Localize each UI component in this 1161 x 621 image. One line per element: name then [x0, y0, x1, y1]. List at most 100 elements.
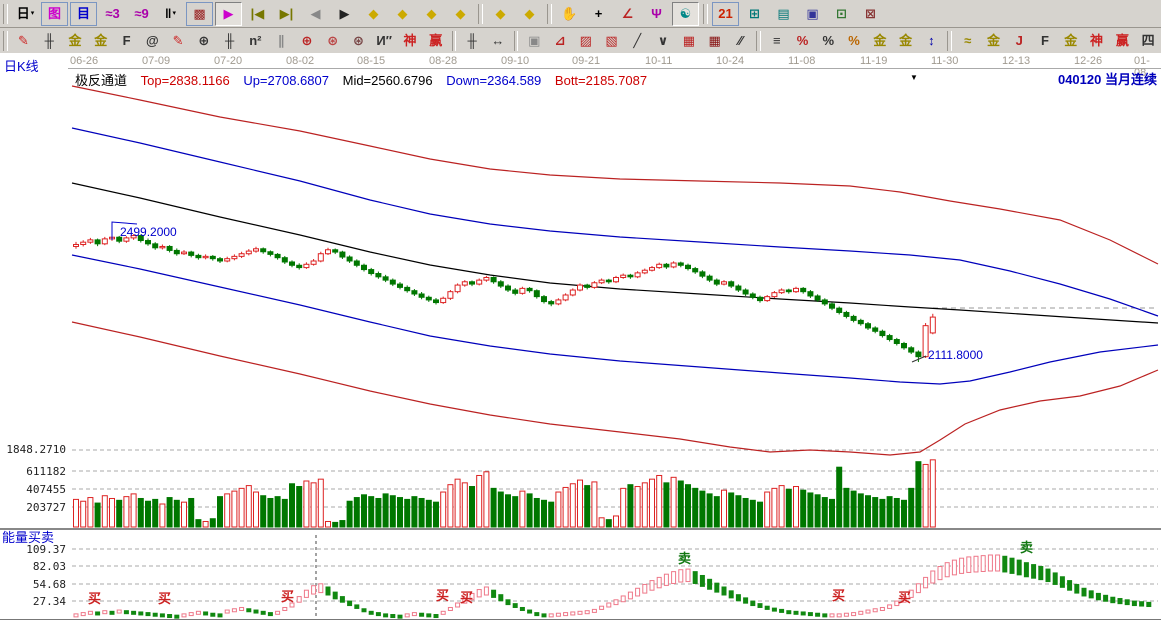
zoom-out-button[interactable]: ◆ — [360, 2, 387, 26]
prev-bar-button[interactable]: ◀ — [302, 2, 329, 26]
dropdown-marker-icon[interactable]: ▼ — [910, 73, 918, 82]
flag-tool-button[interactable]: Ψ — [643, 2, 670, 26]
gold-line-button[interactable]: 金 — [982, 29, 1006, 53]
calculator-button[interactable]: ⊞ — [741, 2, 768, 26]
gann-fan-box-button[interactable]: ▨ — [574, 29, 598, 53]
toolbar-separator — [947, 31, 952, 51]
shen-channel-button[interactable]: 神 — [1085, 29, 1109, 53]
flat-gold-button[interactable]: ≈ — [956, 29, 980, 53]
v-line-button[interactable]: ∨ — [651, 29, 675, 53]
calendar-button[interactable]: 21 — [712, 2, 739, 26]
f-ruler-button[interactable]: F — [115, 29, 139, 53]
last-screen-button[interactable]: ▶| — [273, 2, 300, 26]
quote-list-button[interactable]: 目 — [70, 2, 97, 26]
spiral-tool-button[interactable]: @ — [140, 29, 164, 53]
channel-name: 极反通道 — [75, 73, 127, 88]
first-screen-button[interactable]: |◀ — [244, 2, 271, 26]
f-ruler-icon: F — [123, 34, 131, 47]
parallel-lines-button[interactable]: ∕∕ — [729, 29, 753, 53]
shrink-spacing-button[interactable]: ◆ — [447, 2, 474, 26]
plain-ruler-icon: ╫ — [225, 34, 234, 47]
v-line-icon: ∨ — [658, 34, 669, 47]
candle-style-button[interactable]: ‖▾ — [157, 2, 184, 26]
web-tool-button[interactable]: ⊛ — [347, 29, 371, 53]
gold-ruler-button[interactable]: 金 — [63, 29, 87, 53]
wave-9-button[interactable]: ≈9 — [128, 2, 155, 26]
grid-box-button[interactable]: ▦ — [677, 29, 701, 53]
anchor-box-button[interactable]: ▣ — [522, 29, 546, 53]
price-ruler-button[interactable]: ≡ — [765, 29, 789, 53]
cycle-circle-button[interactable]: ⊕ — [192, 29, 216, 53]
star-circle-button[interactable]: ⊛ — [321, 29, 345, 53]
trade-button[interactable]: ⊠ — [857, 2, 884, 26]
save-button[interactable]: ▣ — [799, 2, 826, 26]
crosshair-tool-button[interactable]: + — [585, 2, 612, 26]
width-measure-button[interactable]: ↔ — [486, 29, 510, 53]
channel-header: 极反通道 Top=2838.1166 Up=2708.6807 Mid=2560… — [75, 70, 657, 89]
star-circle-icon: ⊛ — [327, 34, 338, 47]
network-button[interactable]: ⊡ — [828, 2, 855, 26]
chart-window-button[interactable]: 图 — [41, 2, 68, 26]
percent-line-button[interactable]: % — [842, 29, 866, 53]
volume-axis-tick: 203727 — [0, 501, 66, 514]
shen-ruler-button[interactable]: 神 — [398, 29, 422, 53]
wave-3-button[interactable]: ≈3 — [99, 2, 126, 26]
smart-brain-button[interactable]: ☯ — [672, 2, 699, 26]
mirror-tool-button[interactable]: ∥ — [269, 29, 293, 53]
si-channel-icon: 四 — [1142, 34, 1155, 47]
next-bar-button[interactable]: ▶ — [331, 2, 358, 26]
percent-button[interactable]: % — [816, 29, 840, 53]
compare-overlay-button[interactable]: ▩ — [186, 2, 213, 26]
f-channel-button[interactable]: F — [1033, 29, 1057, 53]
trend-line-button[interactable]: ╱ — [625, 29, 649, 53]
symbol-code: 040120 — [1058, 72, 1101, 87]
n2-ruler-button[interactable]: n² — [244, 29, 268, 53]
save-icon: ▣ — [806, 7, 818, 20]
j-channel-button[interactable]: J — [1007, 29, 1031, 53]
page-left-button[interactable]: ◆ — [487, 2, 514, 26]
count-ruler-button[interactable]: ╫ — [460, 29, 484, 53]
shrink-spacing-icon: ◆ — [456, 7, 466, 20]
channel-down-value: Down=2364.589 — [446, 73, 541, 88]
toolbar-separator — [3, 31, 8, 51]
ying-ruler-button[interactable]: 赢 — [424, 29, 448, 53]
pen-tool-button[interactable]: ✎ — [12, 29, 36, 53]
notes-button[interactable]: ▤ — [770, 2, 797, 26]
date-tick: 07-09 — [142, 55, 170, 67]
zoom-out-icon: ◆ — [369, 7, 379, 20]
smart-analysis-button[interactable]: ▶ — [215, 2, 242, 26]
gold-channel-button[interactable]: 金 — [1059, 29, 1083, 53]
speed-line-button[interactable]: И″ — [372, 29, 396, 53]
target-tool-button[interactable]: ⊕ — [295, 29, 319, 53]
ying-channel-button[interactable]: 赢 — [1110, 29, 1134, 53]
gann-ruler-button[interactable]: ╫ — [37, 29, 61, 53]
percent-zone-button[interactable]: % — [791, 29, 815, 53]
expand-spacing-button[interactable]: ◆ — [418, 2, 445, 26]
gold-circle-2-button[interactable]: 金 — [894, 29, 918, 53]
channel-top-value: Top=2838.1166 — [141, 73, 230, 88]
date-tick: 12-13 — [1002, 55, 1030, 67]
zoom-in-button[interactable]: ◆ — [389, 2, 416, 26]
pen-tool-icon: ✎ — [18, 34, 29, 47]
measure-pen-button[interactable]: ✎ — [166, 29, 190, 53]
gold-ruler-2-button[interactable]: 金 — [89, 29, 113, 53]
kline-period-dropdown-icon: ▾ — [31, 10, 35, 17]
kline-period-button[interactable]: 日▾ — [12, 2, 39, 26]
date-tick: 08-15 — [357, 55, 385, 67]
hand-tool-button[interactable]: ✋ — [556, 2, 583, 26]
date-tick: 08-28 — [429, 55, 457, 67]
gann-box-button[interactable]: ▧ — [600, 29, 624, 53]
fan-lines-button[interactable]: ⊿ — [548, 29, 572, 53]
plain-ruler-button[interactable]: ╫ — [218, 29, 242, 53]
si-channel-button[interactable]: 四 — [1136, 29, 1160, 53]
gold-circle-icon: 金 — [873, 34, 886, 47]
gann-box-icon: ▧ — [605, 34, 617, 47]
page-center-button[interactable]: ◆ — [516, 2, 543, 26]
angle-tool-button[interactable]: ∠ — [614, 2, 641, 26]
indicator-axis-tick: 27.34 — [0, 595, 66, 608]
chip-tool-button[interactable]: ↕ — [919, 29, 943, 53]
gann-fan-box-icon: ▨ — [580, 34, 592, 47]
toolbar-main: 日▾图目≈3≈9‖▾▩▶|◀▶|◀▶◆◆◆◆◆◆✋+∠Ψ☯21⊞▤▣⊡⊠ — [0, 0, 1161, 28]
gold-circle-button[interactable]: 金 — [868, 29, 892, 53]
grid-box-2-button[interactable]: ▦ — [703, 29, 727, 53]
